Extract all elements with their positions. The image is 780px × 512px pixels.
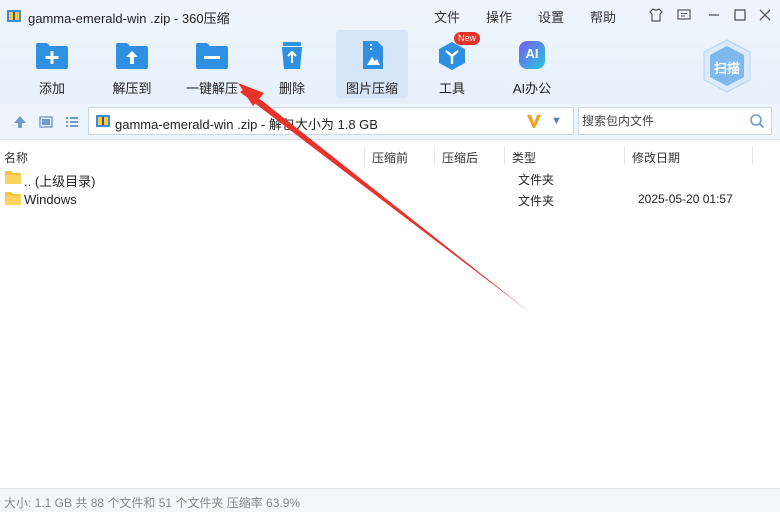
window-title: gamma-emerald-win .zip - 360压缩 <box>28 11 230 26</box>
menu-file[interactable]: 文件 <box>434 7 460 26</box>
add-label: 添加 <box>38 81 65 96</box>
up-arrow-icon[interactable] <box>12 114 28 130</box>
search-box[interactable] <box>578 107 772 135</box>
new-badge: New <box>454 32 481 45</box>
scan-button[interactable]: 扫描 <box>700 38 754 94</box>
feedback-icon[interactable] <box>675 6 693 24</box>
column-header-modified[interactable]: 修改日期 <box>632 149 680 166</box>
column-header-after[interactable]: 压缩后 <box>442 149 478 166</box>
one-click-extract-button[interactable]: 一键解压 <box>176 30 248 98</box>
title-and-toolbar-area: gamma-emerald-win .zip - 360压缩 文件 操作 设置 … <box>0 0 780 104</box>
search-input[interactable] <box>579 108 739 134</box>
one-click-extract-icon <box>196 43 228 69</box>
tools-label: 工具 <box>438 81 465 96</box>
column-divider[interactable] <box>434 146 435 164</box>
menu-operation[interactable]: 操作 <box>486 7 512 26</box>
column-header-name[interactable]: 名称 <box>4 149 28 166</box>
status-text: 大小: 1.1 GB 共 88 个文件和 51 个文件夹 压缩率 63.9% <box>4 496 301 510</box>
folder-icon <box>5 192 21 205</box>
row-name: .. (上级目录) <box>24 174 96 189</box>
extract-folder-icon <box>116 43 148 69</box>
image-compress-label: 图片压缩 <box>345 81 398 96</box>
row-date: 2025-05-20 01:57 <box>638 192 733 206</box>
add-folder-icon <box>36 43 68 69</box>
column-divider[interactable] <box>504 146 505 164</box>
menu-settings[interactable]: 设置 <box>538 7 564 26</box>
ai-office-button[interactable]: AI AI办公 <box>496 30 568 98</box>
skin-icon[interactable] <box>647 6 665 24</box>
path-field[interactable]: gamma-emerald-win .zip - 解包大小为 1.8 GB ▼ <box>88 107 574 135</box>
status-bar: 大小: 1.1 GB 共 88 个文件和 51 个文件夹 压缩率 63.9% <box>0 488 780 512</box>
scan-label: 扫描 <box>713 61 740 76</box>
delete-button[interactable]: 删除 <box>256 30 328 98</box>
table-row[interactable]: Windows 文件夹 2025-05-20 01:57 <box>0 189 780 210</box>
minimize-icon[interactable] <box>705 6 723 24</box>
column-header-before[interactable]: 压缩前 <box>372 149 408 166</box>
column-divider[interactable] <box>364 146 365 164</box>
recycle-bin-icon <box>282 42 302 69</box>
add-button[interactable]: 添加 <box>16 30 88 98</box>
row-type: 文件夹 <box>518 173 555 187</box>
ai-icon-text: AI <box>525 46 539 61</box>
maximize-icon[interactable] <box>731 6 749 24</box>
extract-to-label: 解压到 <box>112 81 152 96</box>
thumbnail-view-icon[interactable] <box>38 114 54 130</box>
search-icon[interactable] <box>749 113 765 129</box>
delete-label: 删除 <box>278 81 305 96</box>
column-divider[interactable] <box>624 146 625 164</box>
list-view-icon[interactable] <box>64 114 80 130</box>
row-type: 文件夹 <box>518 194 555 208</box>
table-row[interactable]: .. (上级目录) 文件夹 <box>0 168 780 189</box>
zip-file-icon <box>96 115 110 127</box>
extract-to-button[interactable]: 解压到 <box>96 30 168 98</box>
column-divider[interactable] <box>752 146 753 164</box>
image-compress-button[interactable]: 图片压缩 <box>336 30 408 98</box>
zip-app-icon <box>7 10 21 22</box>
path-text: gamma-emerald-win .zip - 解包大小为 1.8 GB <box>115 117 378 132</box>
row-name: Windows <box>24 192 77 207</box>
path-dropdown-icon[interactable]: ▼ <box>551 115 565 127</box>
ai-office-label: AI办公 <box>512 81 552 96</box>
one-click-extract-label: 一键解压 <box>185 81 238 96</box>
image-compress-icon <box>363 41 383 69</box>
v-logo-icon[interactable] <box>525 112 543 130</box>
column-header-type[interactable]: 类型 <box>512 149 536 166</box>
menu-help[interactable]: 帮助 <box>590 7 616 26</box>
folder-icon <box>5 171 21 184</box>
tools-button[interactable]: New 工具 <box>416 30 488 98</box>
close-icon[interactable] <box>756 6 774 24</box>
